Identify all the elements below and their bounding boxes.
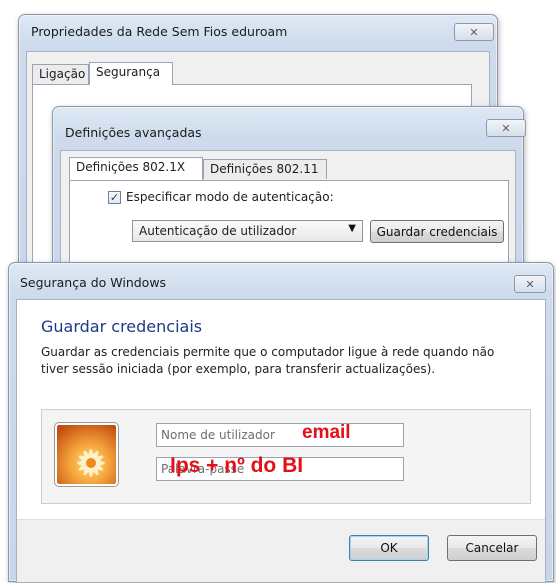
save-credentials-button[interactable]: Guardar credenciais bbox=[370, 220, 504, 243]
tab-label: Ligação bbox=[39, 67, 86, 81]
window-title: Segurança do Windows bbox=[20, 275, 167, 290]
button-label: Guardar credenciais bbox=[376, 224, 498, 239]
auth-mode-value: Autenticação de utilizador bbox=[139, 224, 297, 238]
cancel-button[interactable]: Cancelar bbox=[447, 535, 537, 561]
checkmark-icon: ✓ bbox=[109, 191, 120, 204]
tab-ligacao[interactable]: Ligação bbox=[32, 64, 89, 84]
tab-label: Definições 802.11 bbox=[210, 162, 319, 176]
ok-button[interactable]: OK bbox=[349, 535, 429, 561]
chevron-down-icon: ▼ bbox=[348, 223, 356, 234]
close-icon: ✕ bbox=[501, 121, 511, 135]
close-button[interactable]: ✕ bbox=[486, 119, 526, 137]
dialog-footer: OK Cancelar bbox=[17, 519, 545, 582]
button-label: Cancelar bbox=[465, 541, 519, 555]
windows-security-dialog: Segurança do Windows ✕ Guardar credencia… bbox=[8, 262, 554, 583]
close-icon: ✕ bbox=[469, 25, 479, 39]
close-button[interactable]: ✕ bbox=[514, 275, 546, 293]
tab-seguranca[interactable]: Segurança bbox=[89, 62, 173, 85]
window-title: Propriedades da Rede Sem Fios eduroam bbox=[31, 24, 288, 39]
tab-label: Segurança bbox=[96, 65, 161, 79]
tab-label: Definições 802.1X bbox=[76, 160, 186, 174]
close-icon: ✕ bbox=[525, 277, 535, 291]
username-annotation: email bbox=[302, 422, 351, 443]
password-annotation: Ips + nº do BI bbox=[170, 454, 304, 477]
button-label: OK bbox=[380, 541, 398, 555]
dialog-body: Guardar credenciais Guardar as credencia… bbox=[16, 299, 546, 583]
user-avatar-flower-icon bbox=[54, 422, 119, 487]
username-placeholder: Nome de utilizador bbox=[161, 428, 275, 442]
auth-mode-checkbox-label: Especificar modo de autenticação: bbox=[126, 190, 334, 204]
dialog-description: Guardar as credenciais permite que o com… bbox=[41, 345, 495, 376]
auth-mode-select[interactable]: Autenticação de utilizador ▼ bbox=[132, 220, 363, 242]
username-field[interactable]: Nome de utilizador bbox=[156, 423, 404, 447]
dialog-heading: Guardar credenciais bbox=[41, 317, 203, 336]
window-title: Definições avançadas bbox=[65, 125, 202, 140]
auth-mode-checkbox[interactable]: ✓ bbox=[108, 191, 121, 204]
credential-tile: Nome de utilizador Palavra-passe email I… bbox=[41, 409, 531, 504]
tab-80211[interactable]: Definições 802.11 bbox=[203, 159, 327, 179]
close-button[interactable]: ✕ bbox=[454, 23, 494, 41]
tab-8021x[interactable]: Definições 802.1X bbox=[69, 157, 203, 180]
